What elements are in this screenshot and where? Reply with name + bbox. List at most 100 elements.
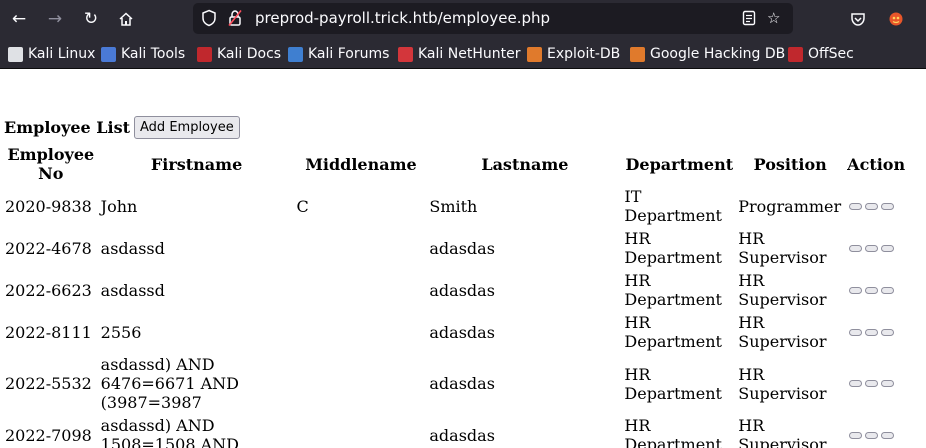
employee-table: Employee No Firstname Middlename Lastnam… xyxy=(2,142,926,448)
edit-button[interactable] xyxy=(865,244,879,252)
action-cell xyxy=(845,186,924,226)
heading-row: Employee List Add Employee xyxy=(4,116,240,139)
position: HR Supervisor xyxy=(738,229,827,267)
employee-no: 2022-6623 xyxy=(5,280,92,300)
bookmark-label: Google Hacking DB xyxy=(650,46,786,62)
view-button[interactable] xyxy=(849,328,863,336)
url-bar[interactable]: preprod-payroll.trick.htb/employee.php ☆ xyxy=(193,3,793,34)
view-button[interactable] xyxy=(849,286,863,294)
shield-icon[interactable] xyxy=(201,9,217,31)
view-button[interactable] xyxy=(849,380,863,387)
bookmarks-bar: Kali Linux Kali Tools Kali Docs Kali For… xyxy=(0,38,926,69)
table-row: 2022-8111 2556 adasdas HR Department HR … xyxy=(4,312,924,352)
forward-arrow-icon[interactable]: → xyxy=(42,6,68,32)
delete-button[interactable] xyxy=(881,202,895,210)
lastname: adasdas xyxy=(429,238,495,258)
position: HR Supervisor xyxy=(738,416,827,448)
bookmark-google-hacking-db[interactable]: Google Hacking DB xyxy=(630,44,785,64)
edit-button[interactable] xyxy=(865,202,879,210)
middlename xyxy=(296,228,427,268)
edit-button[interactable] xyxy=(865,286,879,294)
position: Programmer xyxy=(738,196,842,216)
employee-no: 2022-8111 xyxy=(5,322,92,342)
home-icon[interactable] xyxy=(113,6,139,32)
table-row: 2022-4678 asdassd adasdas HR Department … xyxy=(4,228,924,268)
firstname: John xyxy=(100,196,138,216)
browser-toolbar: ← → ↻ preprod-payroll.trick.htb/employee… xyxy=(0,0,926,38)
kali-nethunter-icon xyxy=(398,46,413,62)
firstname: 2556 xyxy=(100,322,142,342)
bookmark-kali-forums[interactable]: Kali Forums xyxy=(288,44,389,64)
column-header-action: Action xyxy=(847,154,906,174)
employee-no: 2022-5532 xyxy=(5,374,92,393)
kali-forums-icon xyxy=(288,46,303,62)
bookmark-label: Exploit-DB xyxy=(547,46,621,62)
add-employee-button[interactable]: Add Employee xyxy=(134,116,240,139)
bookmark-exploit-db[interactable]: Exploit-DB xyxy=(527,44,620,64)
lastname: adasdas xyxy=(429,425,495,445)
table-row: 2022-5532 asdassd) AND 6476=6671 AND (39… xyxy=(4,354,924,413)
column-header-position: Position xyxy=(753,154,827,174)
employee-no: 2022-4678 xyxy=(5,238,92,258)
delete-button[interactable] xyxy=(881,328,895,336)
lastname: adasdas xyxy=(429,280,495,300)
edit-button[interactable] xyxy=(865,328,879,336)
employee-no: 2020-9838 xyxy=(5,196,92,216)
department: HR Department xyxy=(624,229,722,267)
bookmark-label: Kali Linux xyxy=(28,46,96,62)
bookmark-kali-linux[interactable]: Kali Linux xyxy=(8,44,95,64)
middlename xyxy=(296,415,427,448)
lastname: adasdas xyxy=(429,322,495,342)
view-button[interactable] xyxy=(849,431,863,439)
page-content: Employee List Add Employee Employee No F… xyxy=(0,70,926,448)
reader-view-icon[interactable] xyxy=(741,9,757,31)
insecure-lock-icon[interactable] xyxy=(227,9,243,31)
kali-linux-icon xyxy=(8,46,23,62)
column-header-department: Department xyxy=(625,154,734,174)
bookmark-kali-docs[interactable]: Kali Docs xyxy=(197,44,281,64)
view-button[interactable] xyxy=(849,244,863,252)
bookmark-label: Kali Docs xyxy=(217,46,282,62)
department: HR Department xyxy=(624,271,722,309)
firstname: asdassd) AND 6476=6671 AND (3987=3987 xyxy=(100,355,239,412)
bookmark-label: Kali Tools xyxy=(121,46,186,62)
google-hacking-db-icon xyxy=(630,46,645,62)
lastname: adasdas xyxy=(429,374,495,393)
edit-button[interactable] xyxy=(865,380,879,387)
action-cell xyxy=(845,312,924,352)
page-title: Employee List xyxy=(4,117,131,137)
action-cell xyxy=(845,354,924,413)
bookmark-kali-tools[interactable]: Kali Tools xyxy=(101,44,185,64)
middlename: C xyxy=(296,196,309,216)
pocket-icon[interactable] xyxy=(846,7,870,31)
view-button[interactable] xyxy=(849,202,863,210)
bookmark-star-icon[interactable]: ☆ xyxy=(767,9,780,27)
column-header-firstname: Firstname xyxy=(150,154,243,174)
middlename xyxy=(296,270,427,310)
middlename xyxy=(296,312,427,352)
delete-button[interactable] xyxy=(881,286,895,294)
column-header-middlename: Middlename xyxy=(305,154,417,174)
reload-icon[interactable]: ↻ xyxy=(78,6,104,32)
bookmark-offsec[interactable]: OffSec xyxy=(788,44,854,64)
delete-button[interactable] xyxy=(881,244,895,252)
url-text[interactable]: preprod-payroll.trick.htb/employee.php xyxy=(255,9,550,27)
firstname: asdassd) AND 1508=1508 AND xyxy=(100,416,239,448)
lastname: Smith xyxy=(429,196,478,216)
back-arrow-icon[interactable]: ← xyxy=(6,6,32,32)
delete-button[interactable] xyxy=(881,380,895,387)
url-path: /employee.php xyxy=(437,9,551,27)
action-cell xyxy=(845,228,924,268)
exploit-db-icon xyxy=(527,46,542,62)
url-host: preprod-payroll.trick.htb xyxy=(255,9,438,27)
kali-docs-icon xyxy=(197,46,212,62)
action-cell xyxy=(845,270,924,310)
edit-button[interactable] xyxy=(865,431,879,439)
firstname: asdassd xyxy=(100,280,165,300)
bookmark-kali-nethunter[interactable]: Kali NetHunter xyxy=(398,44,520,64)
department: HR Department xyxy=(624,416,722,448)
bookmark-label: Kali NetHunter xyxy=(418,46,521,62)
extension-icon[interactable] xyxy=(884,7,908,31)
offsec-icon xyxy=(788,46,803,62)
delete-button[interactable] xyxy=(881,431,895,439)
